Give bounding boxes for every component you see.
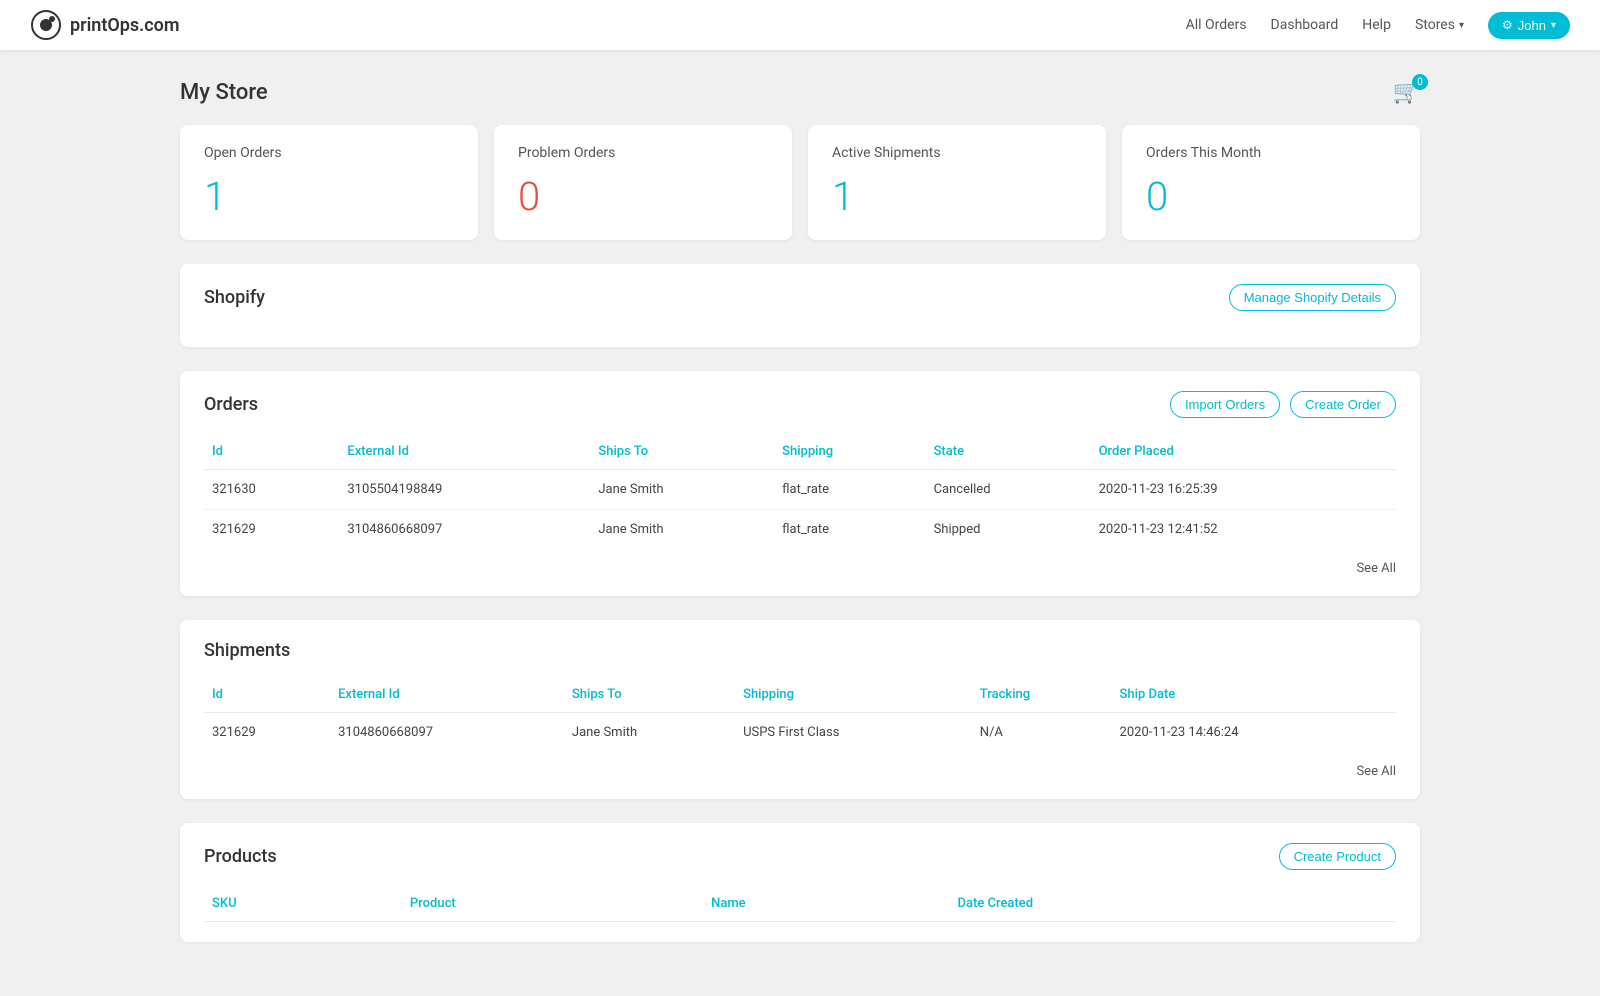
order-external-id: 3105504198849 <box>339 470 590 510</box>
table-row[interactable]: 321629 3104860668097 Jane Smith USPS Fir… <box>204 713 1396 753</box>
order-state: Shipped <box>926 510 1091 550</box>
create-order-button[interactable]: Create Order <box>1290 391 1396 418</box>
user-menu-button[interactable]: ⚙ John ▾ <box>1488 12 1570 39</box>
logo-icon <box>30 9 62 41</box>
ship-col-id: Id <box>204 677 330 713</box>
order-state: Cancelled <box>926 470 1091 510</box>
stat-label-open-orders: Open Orders <box>204 145 454 161</box>
products-title: Products <box>204 846 277 867</box>
main-content: My Store 🛒 0 Open Orders 1 Problem Order… <box>0 50 1600 996</box>
table-row[interactable]: 321629 3104860668097 Jane Smith flat_rat… <box>204 510 1396 550</box>
store-title: My Store <box>180 80 268 105</box>
col-id: Id <box>204 434 339 470</box>
stat-label-active-shipments: Active Shipments <box>832 145 1082 161</box>
orders-actions: Import Orders Create Order <box>1170 391 1396 418</box>
stat-label-orders-this-month: Orders This Month <box>1146 145 1396 161</box>
ship-col-ships-to: Ships To <box>564 677 735 713</box>
stat-value-open-orders: 1 <box>204 173 454 220</box>
shipment-shipping: USPS First Class <box>735 713 972 753</box>
cart-button[interactable]: 🛒 0 <box>1393 80 1420 105</box>
chevron-down-icon: ▾ <box>1459 20 1464 31</box>
all-orders-link[interactable]: All Orders <box>1186 17 1247 33</box>
products-header: Products Create Product <box>204 843 1396 870</box>
orders-table-header: Id External Id Ships To Shipping State O… <box>204 434 1396 470</box>
manage-shopify-button[interactable]: Manage Shopify Details <box>1229 284 1396 311</box>
orders-title: Orders <box>204 394 258 415</box>
shopify-title: Shopify <box>204 287 265 308</box>
prod-col-product: Product <box>402 886 703 922</box>
logo[interactable]: printOps.com <box>30 9 180 41</box>
order-ships-to: Jane Smith <box>590 470 774 510</box>
prod-col-date-created: Date Created <box>949 886 1396 922</box>
help-link[interactable]: Help <box>1362 17 1391 33</box>
shipment-ship-date: 2020-11-23 14:46:24 <box>1112 713 1396 753</box>
shipments-title: Shipments <box>204 640 290 661</box>
shipments-table: Id External Id Ships To Shipping Trackin… <box>204 677 1396 752</box>
orders-table-body: 321630 3105504198849 Jane Smith flat_rat… <box>204 470 1396 550</box>
orders-table: Id External Id Ships To Shipping State O… <box>204 434 1396 549</box>
col-ships-to: Ships To <box>590 434 774 470</box>
stat-card-active-shipments: Active Shipments 1 <box>808 125 1106 240</box>
shipment-external-id: 3104860668097 <box>330 713 564 753</box>
orders-see-all[interactable]: See All <box>204 549 1396 576</box>
products-section: Products Create Product SKU Product Name… <box>180 823 1420 942</box>
stat-card-open-orders: Open Orders 1 <box>180 125 478 240</box>
shipments-header: Shipments <box>204 640 1396 661</box>
stat-card-problem-orders: Problem Orders 0 <box>494 125 792 240</box>
shipment-id: 321629 <box>204 713 330 753</box>
products-table: SKU Product Name Date Created <box>204 886 1396 922</box>
prod-col-sku: SKU <box>204 886 402 922</box>
navbar: printOps.com All Orders Dashboard Help S… <box>0 0 1600 50</box>
cart-badge: 0 <box>1412 74 1428 90</box>
stat-value-active-shipments: 1 <box>832 173 1082 220</box>
stat-value-problem-orders: 0 <box>518 173 768 220</box>
orders-section: Orders Import Orders Create Order Id Ext… <box>180 371 1420 596</box>
create-product-button[interactable]: Create Product <box>1279 843 1396 870</box>
prod-col-name: Name <box>703 886 949 922</box>
order-id: 321629 <box>204 510 339 550</box>
shipments-table-body: 321629 3104860668097 Jane Smith USPS Fir… <box>204 713 1396 753</box>
col-state: State <box>926 434 1091 470</box>
shopify-section: Shopify Manage Shopify Details <box>180 264 1420 347</box>
col-external-id: External Id <box>339 434 590 470</box>
ship-col-tracking: Tracking <box>972 677 1112 713</box>
order-id: 321630 <box>204 470 339 510</box>
shipments-section: Shipments Id External Id Ships To Shippi… <box>180 620 1420 799</box>
import-orders-button[interactable]: Import Orders <box>1170 391 1280 418</box>
chevron-down-icon: ▾ <box>1551 20 1556 31</box>
ship-col-external-id: External Id <box>330 677 564 713</box>
shipment-ships-to: Jane Smith <box>564 713 735 753</box>
order-shipping: flat_rate <box>774 470 925 510</box>
ship-col-ship-date: Ship Date <box>1112 677 1396 713</box>
table-row[interactable]: 321630 3105504198849 Jane Smith flat_rat… <box>204 470 1396 510</box>
gear-icon: ⚙ <box>1502 18 1513 32</box>
stat-value-orders-this-month: 0 <box>1146 173 1396 220</box>
stats-row: Open Orders 1 Problem Orders 0 Active Sh… <box>180 125 1420 240</box>
order-placed: 2020-11-23 12:41:52 <box>1091 510 1396 550</box>
stat-card-orders-this-month: Orders This Month 0 <box>1122 125 1420 240</box>
shipment-tracking: N/A <box>972 713 1112 753</box>
navbar-links: All Orders Dashboard Help Stores ▾ ⚙ Joh… <box>1186 12 1570 39</box>
order-shipping: flat_rate <box>774 510 925 550</box>
order-placed: 2020-11-23 16:25:39 <box>1091 470 1396 510</box>
shipments-table-header: Id External Id Ships To Shipping Trackin… <box>204 677 1396 713</box>
shipments-see-all[interactable]: See All <box>204 752 1396 779</box>
col-order-placed: Order Placed <box>1091 434 1396 470</box>
order-ships-to: Jane Smith <box>590 510 774 550</box>
stores-dropdown[interactable]: Stores ▾ <box>1415 17 1464 33</box>
orders-header: Orders Import Orders Create Order <box>204 391 1396 418</box>
order-external-id: 3104860668097 <box>339 510 590 550</box>
store-header: My Store 🛒 0 <box>180 80 1420 105</box>
dashboard-link[interactable]: Dashboard <box>1271 17 1339 33</box>
products-table-header: SKU Product Name Date Created <box>204 886 1396 922</box>
shopify-header: Shopify Manage Shopify Details <box>204 284 1396 311</box>
col-shipping: Shipping <box>774 434 925 470</box>
ship-col-shipping: Shipping <box>735 677 972 713</box>
stat-label-problem-orders: Problem Orders <box>518 145 768 161</box>
